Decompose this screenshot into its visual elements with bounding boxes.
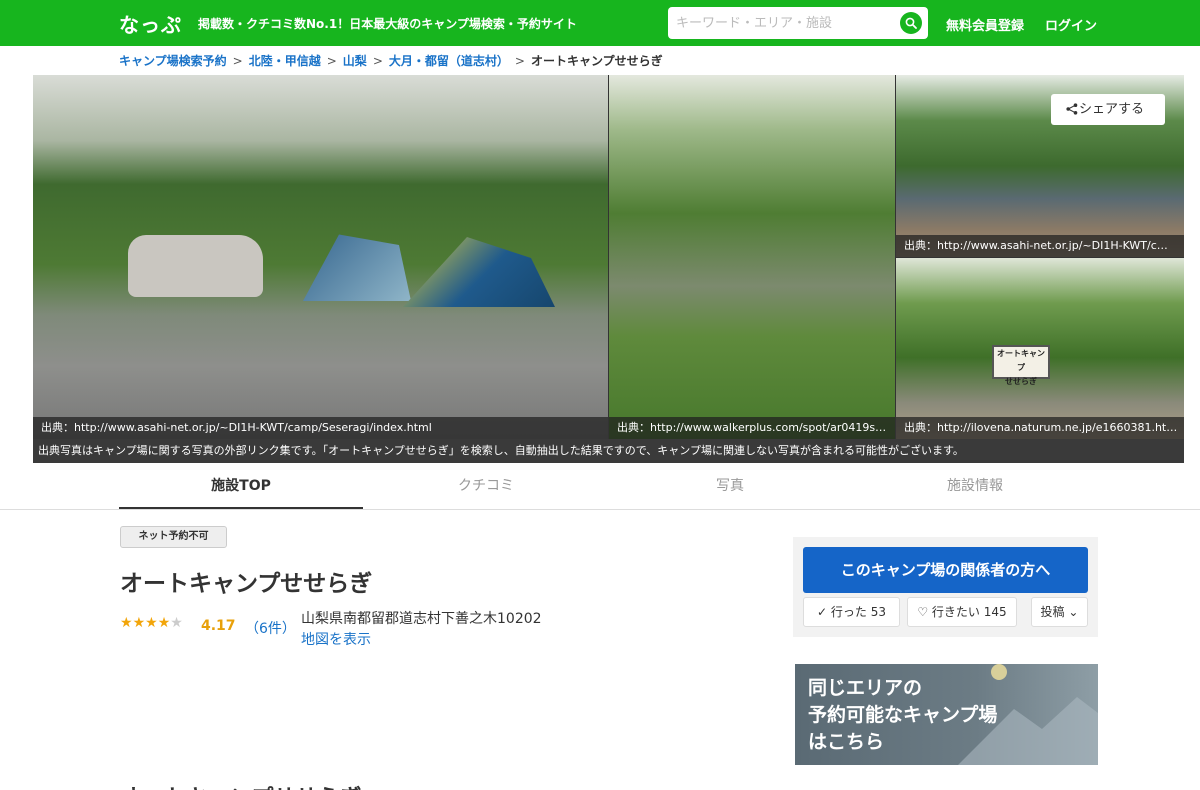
promo-line-3: はこちら	[808, 731, 885, 753]
gallery-disclaimer: 出典写真はキャンプ場に関する写真の外部リンク集です。「オートキャンプせせらぎ」を…	[33, 439, 1184, 463]
post-dropdown-button[interactable]: 投稿 ⌄	[1031, 597, 1088, 627]
tab-facility-info[interactable]: 施設情報	[853, 463, 1097, 509]
share-button[interactable]: シェアする	[1051, 94, 1165, 125]
went-count: 53	[870, 605, 886, 619]
camp-sign-line2: せせらぎ	[1005, 377, 1037, 386]
went-label: 行った	[830, 605, 867, 619]
breadcrumb-separator: >	[326, 54, 337, 68]
tab-facility-top[interactable]: 施設TOP	[119, 463, 363, 509]
owner-contact-button[interactable]: このキャンプ場の関係者の方へ	[803, 547, 1088, 593]
breadcrumb-separator: >	[232, 54, 243, 68]
breadcrumb: キャンプ場検索予約 > 北陸・甲信越 > 山梨 > 大月・都留（道志村） > オートキャンプせせ…	[119, 52, 663, 69]
reservation-status-badge: ネット予約不可	[120, 526, 227, 548]
camp-sign: オートキャンプせせらぎ	[992, 345, 1050, 386]
breadcrumb-separator: >	[514, 54, 525, 68]
post-label: 投稿	[1040, 605, 1065, 619]
gallery-photo-main[interactable]: 出典：http://www.asahi-net.or.jp/~DI1H-KWT/…	[33, 75, 608, 439]
search-input[interactable]	[676, 13, 896, 33]
tent-shape	[303, 234, 411, 301]
search-box	[668, 7, 928, 39]
tab-reviews[interactable]: クチコミ	[364, 463, 608, 509]
camp-sign-line1: オートキャンプ	[997, 349, 1045, 372]
search-button[interactable]	[900, 12, 922, 34]
site-header: なっぷ 掲載数・クチコミ数No.1！日本最大級のキャンプ場検索・予約サイト 無料…	[0, 0, 1200, 46]
promo-line-2: 予約可能なキャンプ場	[808, 704, 998, 726]
star-empty-icon: ★	[170, 615, 183, 631]
want-label: 行きたい	[931, 605, 980, 619]
section-title: オートキャンプせせらぎ	[120, 780, 361, 790]
photo-gallery: 出典：http://www.asahi-net.or.jp/~DI1H-KWT/…	[33, 75, 1184, 463]
promo-text: 同じエリアの 予約可能なキャンプ場 はこちら	[808, 675, 997, 756]
chevron-down-icon: ⌄	[1068, 605, 1079, 619]
photo-credit[interactable]: 出典：http://ilovena.naturum.ne.jp/e1660381…	[896, 417, 1184, 439]
star-icon: ★	[145, 615, 158, 631]
site-logo[interactable]: なっぷ	[119, 9, 182, 38]
photo-credit[interactable]: 出典：http://www.asahi-net.or.jp/~DI1H-KWT/…	[896, 235, 1184, 257]
review-count-link[interactable]: （6件）	[245, 618, 296, 638]
went-button[interactable]: ✓ 行った 53	[803, 597, 900, 627]
page-title: オートキャンプせせらぎ	[120, 571, 373, 597]
rating-value: 4.17	[201, 618, 236, 634]
show-map-link[interactable]: 地図を表示	[301, 629, 371, 649]
promo-line-1: 同じエリアの	[808, 677, 923, 699]
register-link[interactable]: 無料会員登録	[946, 15, 1024, 34]
tab-photos[interactable]: 写真	[608, 463, 852, 509]
check-icon: ✓	[816, 605, 828, 619]
car-shape	[128, 235, 263, 297]
photo-credit[interactable]: 出典：http://www.asahi-net.or.jp/~DI1H-KWT/…	[33, 417, 608, 439]
star-rating: ★★★★★	[120, 615, 183, 631]
side-action-box: このキャンプ場の関係者の方へ ✓ 行った 53 ♡ 行きたい 145 投稿 ⌄	[793, 537, 1098, 637]
breadcrumb-current: オートキャンプせせらぎ	[530, 54, 663, 68]
gallery-photo-4[interactable]: オートキャンプせせらぎ 出典：http://ilovena.naturum.ne…	[896, 258, 1184, 439]
site-tagline: 掲載数・クチコミ数No.1！日本最大級のキャンプ場検索・予約サイト	[198, 17, 577, 31]
share-label: シェアする	[1079, 102, 1145, 117]
login-link[interactable]: ログイン	[1045, 15, 1097, 34]
facility-address: 山梨県南都留郡道志村下善之木10202	[301, 611, 542, 627]
breadcrumb-separator: >	[372, 54, 383, 68]
tent-shape	[403, 237, 555, 307]
breadcrumb-camp-search[interactable]: キャンプ場検索予約	[119, 54, 227, 68]
breadcrumb-area[interactable]: 大月・都留（道志村）	[389, 54, 509, 68]
star-icon: ★	[120, 615, 133, 631]
star-icon: ★	[157, 615, 171, 631]
star-icon: ★	[132, 615, 146, 631]
gallery-photo-2[interactable]: 出典：http://www.walkerplus.com/spot/ar0419…	[609, 75, 895, 439]
share-icon	[1066, 103, 1078, 115]
heart-icon: ♡	[917, 605, 929, 619]
breadcrumb-prefecture[interactable]: 山梨	[343, 54, 367, 68]
search-icon	[905, 17, 917, 29]
want-count: 145	[983, 605, 1007, 619]
photo-credit[interactable]: 出典：http://www.walkerplus.com/spot/ar0419…	[609, 417, 895, 439]
breadcrumb-region[interactable]: 北陸・甲信越	[249, 54, 321, 68]
area-camp-promo-banner[interactable]: 同じエリアの 予約可能なキャンプ場 はこちら	[795, 664, 1098, 765]
facility-tabs: 施設TOP クチコミ 写真 施設情報	[0, 463, 1200, 510]
want-to-go-button[interactable]: ♡ 行きたい 145	[907, 597, 1017, 627]
